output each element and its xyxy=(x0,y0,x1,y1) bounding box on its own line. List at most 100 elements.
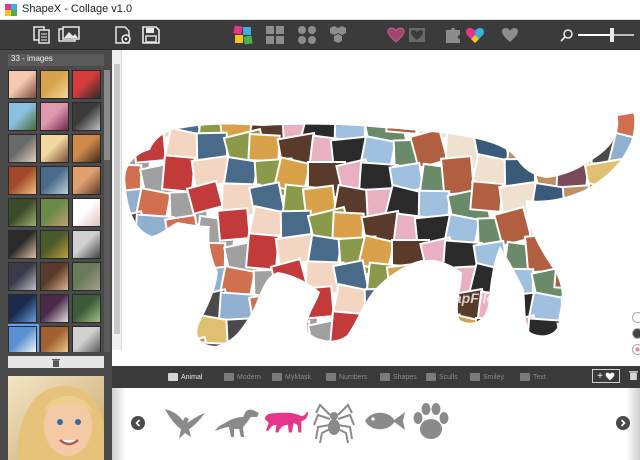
shape-panther[interactable] xyxy=(263,398,309,444)
collage-photo[interactable] xyxy=(216,207,251,242)
image-thumbnail[interactable] xyxy=(72,134,101,163)
collage-photo[interactable] xyxy=(168,264,204,301)
image-thumbnail[interactable] xyxy=(40,70,69,99)
collage-photo[interactable] xyxy=(449,339,492,366)
collage-photo[interactable] xyxy=(556,207,595,245)
collage-canvas[interactable]: SnapFiles xyxy=(112,50,640,366)
collage-photo[interactable] xyxy=(526,132,562,167)
collage-photo[interactable] xyxy=(331,211,365,241)
collage-photo[interactable] xyxy=(583,157,630,204)
image-thumbnail[interactable] xyxy=(72,70,101,99)
collage-photo[interactable] xyxy=(338,347,376,366)
collage-photo[interactable] xyxy=(225,317,259,346)
collage-photo[interactable] xyxy=(164,213,201,253)
shape-paw[interactable] xyxy=(408,398,454,444)
collage-photo[interactable] xyxy=(115,287,155,324)
collage-photo[interactable] xyxy=(247,133,281,163)
collage-photo[interactable] xyxy=(273,343,317,366)
image-thumbnail[interactable] xyxy=(72,166,101,195)
grid-layout-button[interactable] xyxy=(264,24,286,46)
collage-photo[interactable] xyxy=(589,209,633,251)
collage-photo[interactable] xyxy=(586,318,630,356)
collage-photo[interactable] xyxy=(244,232,280,271)
collage-photo[interactable] xyxy=(385,262,422,303)
image-thumbnail[interactable] xyxy=(72,262,101,291)
collage-photo[interactable] xyxy=(363,287,397,319)
image-settings-button[interactable] xyxy=(112,24,134,46)
image-thumbnail[interactable] xyxy=(40,134,69,163)
category-numbers[interactable]: Numbers xyxy=(326,371,367,383)
collage-photo[interactable] xyxy=(248,291,285,331)
collage-photo[interactable] xyxy=(582,258,626,299)
image-thumbnail[interactable] xyxy=(72,230,101,259)
shape-dinosaur[interactable] xyxy=(214,398,260,444)
collage-photo[interactable] xyxy=(561,183,603,220)
collage-photo[interactable] xyxy=(475,317,514,353)
collage-photo[interactable] xyxy=(132,286,173,331)
collage-photo[interactable] xyxy=(390,283,438,328)
image-thumbnail[interactable] xyxy=(72,294,101,323)
image-thumbnail[interactable] xyxy=(40,294,69,323)
collage-photo[interactable] xyxy=(523,233,560,274)
collage-photo[interactable] xyxy=(112,101,140,138)
collage-photo[interactable] xyxy=(252,342,288,366)
category-text[interactable]: Text xyxy=(520,371,546,383)
delete-shape-icon[interactable] xyxy=(629,370,638,380)
image-thumbnail[interactable] xyxy=(8,166,37,195)
background-pattern-option[interactable] xyxy=(632,344,640,355)
collage-photo[interactable] xyxy=(530,181,567,215)
collage-photo[interactable] xyxy=(614,259,640,293)
collage-photo[interactable] xyxy=(112,311,147,347)
collage-photo[interactable] xyxy=(132,129,167,164)
shape-gallery-next-button[interactable] xyxy=(616,416,630,430)
collage-photo[interactable] xyxy=(389,311,427,349)
collage-photo[interactable] xyxy=(112,334,152,366)
heart-outline-button[interactable] xyxy=(385,24,407,46)
collage-photo[interactable] xyxy=(191,341,225,366)
image-thumbnail[interactable] xyxy=(40,198,69,227)
image-list-scrollbar[interactable] xyxy=(104,70,110,352)
image-list-scrollbar-thumb[interactable] xyxy=(104,70,110,160)
image-thumbnail[interactable] xyxy=(72,198,101,227)
open-images-button[interactable] xyxy=(58,24,80,46)
image-thumbnail[interactable] xyxy=(40,326,69,352)
collage-photo[interactable] xyxy=(300,285,335,320)
collage-photo[interactable] xyxy=(302,342,341,366)
collage-photo[interactable] xyxy=(616,160,640,197)
image-thumbnail[interactable] xyxy=(8,70,37,99)
collage-photo[interactable] xyxy=(353,335,392,366)
collage-photo[interactable] xyxy=(162,314,198,347)
collage-photo[interactable] xyxy=(167,335,213,366)
collage-photo[interactable] xyxy=(421,313,464,353)
collage-photo[interactable] xyxy=(277,319,311,358)
image-thumbnail[interactable] xyxy=(8,134,37,163)
image-thumbnail[interactable] xyxy=(8,102,37,131)
collage-photo[interactable] xyxy=(385,102,420,135)
shape-eagle[interactable] xyxy=(162,398,208,444)
collage-photo[interactable] xyxy=(243,313,290,354)
copy-pages-button[interactable] xyxy=(31,24,53,46)
collage-photo[interactable] xyxy=(553,258,588,291)
collage-photo[interactable] xyxy=(358,310,402,345)
collage-photo[interactable] xyxy=(167,291,206,322)
category-sculls[interactable]: Sculls xyxy=(426,371,458,383)
collage-photo[interactable] xyxy=(550,339,598,366)
collage-photo[interactable] xyxy=(558,106,598,149)
image-thumbnail[interactable] xyxy=(40,102,69,131)
collage-photo[interactable] xyxy=(388,338,429,366)
color-heart-button[interactable] xyxy=(464,24,486,46)
collage-photo[interactable] xyxy=(139,339,173,366)
image-thumbnail[interactable] xyxy=(8,198,37,227)
collage-photo[interactable] xyxy=(610,210,640,245)
heart-solid-button[interactable] xyxy=(499,24,521,46)
category-animal[interactable]: Animal xyxy=(168,371,202,383)
collage-photo[interactable] xyxy=(577,283,617,326)
collage-photo[interactable] xyxy=(556,317,593,349)
image-thumbnail[interactable] xyxy=(8,230,37,259)
add-shape-button[interactable]: + xyxy=(592,369,620,383)
category-mymask[interactable]: MyMask xyxy=(272,371,311,383)
puzzle-button[interactable] xyxy=(442,24,464,46)
circle-layout-button[interactable] xyxy=(296,24,318,46)
collage-photo[interactable] xyxy=(477,105,519,142)
collage-photo[interactable] xyxy=(531,109,570,140)
